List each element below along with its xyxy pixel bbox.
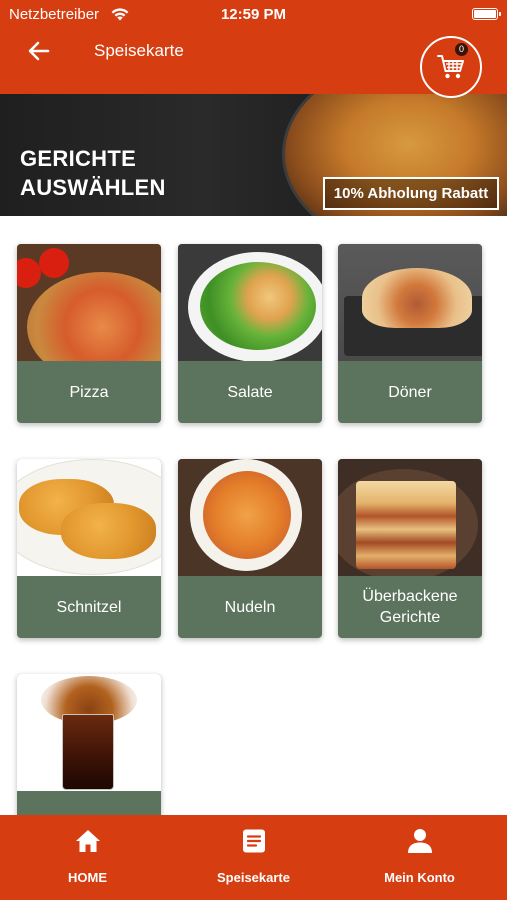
category-card-doener[interactable]: Döner: [338, 244, 482, 423]
category-label: Salate: [227, 383, 273, 401]
page-title: Speisekarte: [94, 41, 184, 60]
bottom-tab-bar: HOME Speisekarte Mein Konto: [0, 815, 507, 900]
tab-label: Speisekarte: [217, 870, 290, 885]
salad-photo: [178, 244, 322, 361]
cart-button[interactable]: 0: [420, 36, 482, 98]
tab-speisekarte[interactable]: Speisekarte: [169, 815, 338, 900]
category-label: Döner: [388, 383, 432, 401]
arrow-left-icon: [28, 41, 50, 61]
pizza-photo: [17, 244, 161, 361]
category-card-salate[interactable]: Salate: [178, 244, 322, 423]
category-card-nudeln[interactable]: Nudeln: [178, 459, 322, 638]
battery-icon: [472, 8, 501, 20]
hero-title-line2: AUSWÄHLEN: [20, 175, 166, 200]
discount-badge: 10% Abholung Rabatt: [323, 177, 499, 210]
tab-mein-konto[interactable]: Mein Konto: [335, 815, 504, 900]
category-card-ueberbackene-gerichte[interactable]: Überbackene Gerichte: [338, 459, 482, 638]
cart-icon: [437, 55, 464, 79]
schnitzel-photo: [17, 459, 161, 576]
tab-label: HOME: [68, 870, 107, 885]
hero-title: GERICHTE AUSWÄHLEN: [20, 144, 166, 202]
clock: 12:59 PM: [220, 6, 287, 23]
back-button[interactable]: [22, 36, 56, 66]
menu-icon: [242, 829, 265, 853]
tab-label: Mein Konto: [384, 870, 455, 885]
tab-home[interactable]: HOME: [3, 815, 172, 900]
category-card-schnitzel[interactable]: Schnitzel: [17, 459, 161, 638]
category-label: Schnitzel: [56, 598, 122, 616]
pasta-photo: [178, 459, 322, 576]
category-card-pizza[interactable]: Pizza: [17, 244, 161, 423]
drink-photo: [17, 674, 161, 791]
category-label: Nudeln: [224, 598, 276, 616]
home-icon: [75, 830, 100, 852]
doner-photo: [338, 244, 482, 361]
status-bar: Netzbetreiber 12:59 PM: [0, 0, 507, 28]
category-label: Pizza: [69, 383, 109, 401]
hero-title-line1: GERICHTE: [20, 146, 137, 171]
account-icon: [407, 829, 432, 853]
app-screen: Netzbetreiber 12:59 PM Speisekarte 0 GER…: [0, 0, 507, 900]
cart-count-badge: 0: [455, 43, 468, 56]
category-label: Überbackene Gerichte: [362, 588, 458, 626]
nav-bar: Speisekarte 0: [0, 28, 507, 98]
lasagne-photo: [338, 459, 482, 576]
